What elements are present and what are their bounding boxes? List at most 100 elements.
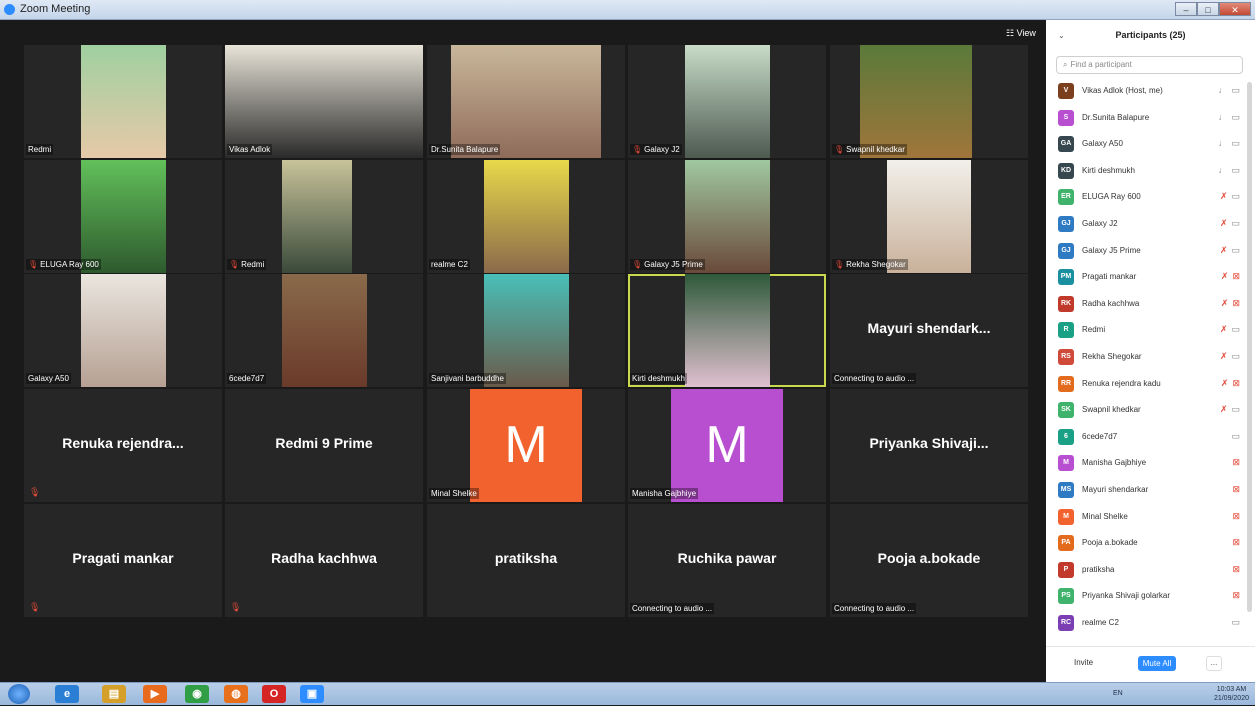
taskbar-app-icon[interactable]: ▶ [143, 685, 167, 703]
video-tile[interactable]: Sanjivani barbuddhe [427, 274, 625, 387]
participant-avatar: RK [1058, 295, 1074, 312]
participant-name: Pragati mankar [1082, 272, 1137, 282]
participant-row[interactable]: MS Mayuri shendarkar ⊠ [1046, 477, 1246, 504]
participant-status-icons: ✗ ▭ [1220, 351, 1240, 362]
maximize-button[interactable]: □ [1197, 2, 1219, 16]
video-tile[interactable]: M Manisha Gajbhiye [628, 389, 826, 502]
video-tile[interactable]: Galaxy A50 [24, 274, 222, 387]
participant-name: 6cede7d7 [1082, 431, 1118, 441]
video-tile[interactable]: 🎙 Redmi [225, 160, 423, 273]
participant-display-name: pratiksha [494, 550, 558, 566]
video-tile[interactable]: 🎙 Swapnil khedkar [830, 45, 1028, 158]
tile-name-text: Redmi [241, 260, 265, 269]
tile-name-text: realme C2 [431, 260, 468, 269]
video-tile[interactable]: Priyanka Shivaji... [830, 389, 1028, 502]
participant-display-name: Ruchika pawar [677, 550, 777, 566]
video-tile[interactable]: Renuka rejendra... 🎙 [24, 389, 222, 502]
video-tile[interactable]: realme C2 [427, 160, 625, 273]
video-feed [685, 274, 770, 387]
participant-status-icons: ♩ ▭ [1218, 138, 1240, 149]
camera-off-icon: ⊠ [1232, 297, 1240, 308]
tile-name-text: Manisha Gajbhiye [632, 489, 697, 498]
clock[interactable]: 10:03 AM 21/09/2020 [1214, 685, 1249, 703]
video-tile[interactable]: 🎙 Rekha Shegokar [830, 160, 1028, 273]
participant-row[interactable]: RC realme C2 ▭ [1046, 610, 1246, 637]
participant-status-icons: ✗ ▭ [1220, 245, 1240, 256]
taskbar-app-icon[interactable]: e [55, 685, 79, 703]
muted-mic-icon: ✗ [1220, 271, 1229, 282]
participant-name: realme C2 [1082, 617, 1119, 627]
video-tile[interactable]: Kirti deshmukh [628, 274, 826, 387]
participant-row[interactable]: KD Kirti deshmukh ♩ ▭ [1046, 158, 1246, 185]
invite-button[interactable]: Invite [1074, 658, 1093, 667]
participant-row[interactable]: ER ELUGA Ray 600 ✗ ▭ [1046, 184, 1246, 211]
participant-row[interactable]: PA Pooja a.bokade ⊠ [1046, 530, 1246, 557]
taskbar-app-icon[interactable]: O [262, 685, 286, 703]
muted-mic-icon: 🎙 [230, 602, 242, 612]
mute-all-button[interactable]: Mute All [1138, 656, 1176, 671]
participant-row[interactable]: V Vikas Adlok (Host, me) ♩ ▭ [1046, 78, 1246, 105]
tile-name-label: Connecting to audio ... [630, 603, 715, 614]
video-tile[interactable]: Redmi 9 Prime [225, 389, 423, 502]
video-tile[interactable]: 🎙 ELUGA Ray 600 [24, 160, 222, 273]
camera-off-icon: ⊠ [1232, 377, 1240, 388]
video-tile[interactable]: 6cede7d7 [225, 274, 423, 387]
mic-icon: ♩ [1218, 164, 1228, 175]
camera-off-icon: ⊠ [1232, 510, 1240, 521]
taskbar-app-icon[interactable]: ▤ [102, 685, 126, 703]
video-tile[interactable]: Ruchika pawar Connecting to audio ... [628, 504, 826, 617]
participant-row[interactable]: M Manisha Gajbhiye ⊠ [1046, 450, 1246, 477]
tile-name-text: Galaxy A50 [28, 374, 69, 383]
participant-status-icons: ⊠ [1232, 537, 1240, 548]
participant-row[interactable]: PS Priyanka Shivaji golarkar ⊠ [1046, 583, 1246, 610]
taskbar-app-icon[interactable]: ◉ [185, 685, 209, 703]
more-options-button[interactable]: ... [1206, 656, 1222, 671]
taskbar-app-icon[interactable]: ▣ [300, 685, 324, 703]
participant-row[interactable]: M Minal Shelke ⊠ [1046, 504, 1246, 531]
participant-row[interactable]: S Dr.Sunita Balapure ♩ ▭ [1046, 105, 1246, 132]
view-button[interactable]: ☷ View [1006, 28, 1036, 39]
minimize-button[interactable]: – [1175, 2, 1197, 16]
participant-row[interactable]: RK Radha kachhwa ✗ ⊠ [1046, 291, 1246, 318]
participant-name: pratiksha [1082, 564, 1115, 574]
participant-row[interactable]: RS Rekha Shegokar ✗ ▭ [1046, 344, 1246, 371]
video-tile[interactable]: 🎙 Galaxy J5 Prime [628, 160, 826, 273]
tile-name-label: Redmi [26, 144, 54, 155]
taskbar-app-icon[interactable]: ◍ [224, 685, 248, 703]
video-tile[interactable]: Vikas Adlok [225, 45, 423, 158]
video-tile[interactable]: Radha kachhwa 🎙 [225, 504, 423, 617]
clock-date: 21/09/2020 [1213, 695, 1249, 702]
participant-row[interactable]: 6 6cede7d7 ▭ [1046, 424, 1246, 451]
participant-row[interactable]: GJ Galaxy J2 ✗ ▭ [1046, 211, 1246, 238]
video-tile[interactable]: pratiksha [427, 504, 625, 617]
participant-name: Renuka rejendra kadu [1082, 378, 1161, 388]
video-tile[interactable]: 🎙 Galaxy J2 [628, 45, 826, 158]
participant-status-icons: ✗ ▭ [1220, 324, 1240, 335]
video-tile[interactable]: Redmi [24, 45, 222, 158]
participant-name: Dr.Sunita Balapure [1082, 112, 1150, 122]
close-button[interactable]: ✕ [1219, 2, 1251, 16]
video-tile[interactable]: Dr.Sunita Balapure [427, 45, 625, 158]
participant-search-input[interactable]: ⌕ Find a participant [1056, 56, 1243, 74]
participant-list-scrollbar[interactable] [1247, 82, 1252, 612]
tile-name-label: Connecting to audio ... [832, 373, 917, 384]
clock-time: 10:03 AM [1216, 686, 1247, 693]
participant-name: ELUGA Ray 600 [1082, 192, 1141, 202]
mic-icon: ♩ [1218, 138, 1228, 149]
video-tile[interactable]: Mayuri shendark... Connecting to audio ..… [830, 274, 1028, 387]
participant-row[interactable]: Ppratiksha ⊠ [1046, 557, 1246, 584]
camera-off-icon: ⊠ [1232, 537, 1240, 548]
participant-row[interactable]: RR Renuka rejendra kadu ✗ ⊠ [1046, 371, 1246, 398]
muted-mic-icon: 🎙 [632, 260, 643, 269]
language-indicator[interactable]: EN [1113, 690, 1123, 697]
participant-row[interactable]: GJ Galaxy J5 Prime ✗ ▭ [1046, 238, 1246, 265]
video-tile[interactable]: M Minal Shelke [427, 389, 625, 502]
participant-row[interactable]: PM Pragati mankar ✗ ⊠ [1046, 264, 1246, 291]
video-tile[interactable]: Pragati mankar 🎙 [24, 504, 222, 617]
participant-row[interactable]: GA Galaxy A50 ♩ ▭ [1046, 131, 1246, 158]
participant-avatar: RS [1058, 348, 1074, 365]
start-button[interactable] [8, 684, 30, 704]
participant-row[interactable]: SK Swapnil khedkar ✗ ▭ [1046, 397, 1246, 424]
participant-row[interactable]: R Redmi ✗ ▭ [1046, 317, 1246, 344]
video-tile[interactable]: Pooja a.bokade Connecting to audio ... [830, 504, 1028, 617]
